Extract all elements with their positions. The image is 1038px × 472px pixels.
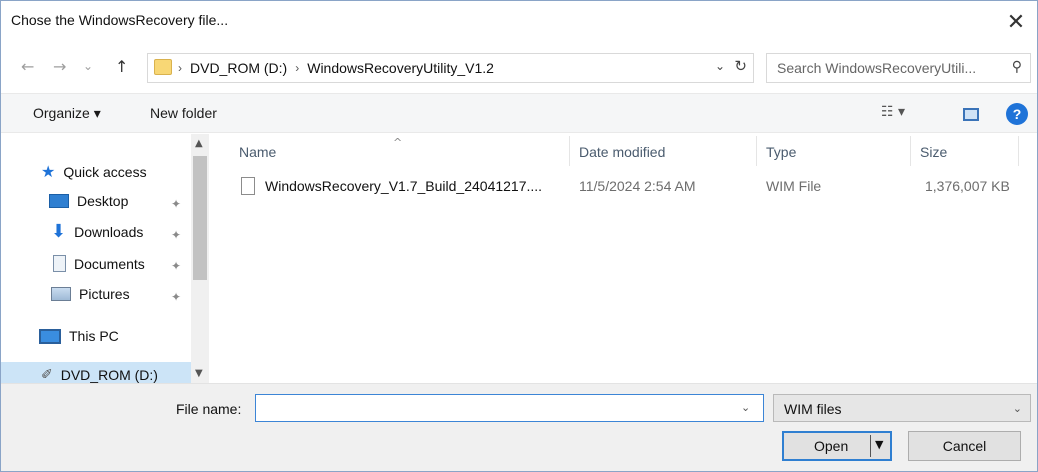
help-icon[interactable]: ?: [1006, 103, 1028, 125]
sidebar-item-documents[interactable]: Documents: [53, 255, 145, 272]
download-icon: ⬇: [51, 221, 67, 242]
dialog-title: Chose the WindowsRecovery file...: [11, 12, 229, 28]
column-header-type[interactable]: Type: [766, 144, 796, 160]
address-row: ← → ⌄ ↑ › DVD_ROM (D:) › WindowsRecovery…: [1, 49, 1037, 87]
title-bar: Chose the WindowsRecovery file... ✕: [1, 1, 1037, 43]
sidebar-item-downloads[interactable]: ⬇ Downloads: [51, 221, 144, 242]
pin-icon[interactable]: ✦: [171, 197, 181, 211]
folder-icon: [154, 59, 172, 75]
column-divider[interactable]: [569, 136, 570, 166]
file-name-cell: WindowsRecovery_V1.7_Build_24041217....: [265, 178, 543, 194]
sort-ascending-icon: ^: [393, 136, 403, 149]
view-options-icon[interactable]: ☷ ▾: [881, 104, 905, 120]
pin-icon[interactable]: ✦: [171, 259, 181, 273]
chevron-right-icon: ›: [178, 61, 182, 75]
sidebar-item-this-pc[interactable]: This PC: [39, 328, 119, 344]
file-list: ^ Name Date modified Type Size WindowsRe…: [213, 134, 1037, 383]
column-header-date-modified[interactable]: Date modified: [579, 144, 665, 160]
file-type-value: WIM files: [784, 401, 842, 417]
file-name-field[interactable]: [255, 394, 764, 422]
sidebar-item-label: This PC: [69, 328, 119, 344]
table-row[interactable]: WindowsRecovery_V1.7_Build_24041217.... …: [237, 174, 1027, 200]
file-open-dialog: Chose the WindowsRecovery file... ✕ ← → …: [0, 0, 1038, 472]
type-cell: WIM File: [766, 178, 822, 194]
sidebar-item-label: Documents: [74, 255, 145, 272]
sidebar-item-quick-access[interactable]: ★ Quick access: [41, 162, 147, 181]
desktop-icon: [49, 194, 69, 208]
sidebar-item-label: Quick access: [63, 164, 147, 180]
pin-icon[interactable]: ✦: [171, 290, 181, 304]
chevron-down-icon: ⌄: [1012, 402, 1022, 415]
chevron-down-icon[interactable]: ▼: [875, 438, 883, 451]
column-header-name[interactable]: Name: [239, 144, 276, 160]
refresh-icon[interactable]: ↻: [734, 57, 747, 75]
date-modified-cell: 11/5/2024 2:54 AM: [579, 178, 696, 194]
pictures-icon: [51, 287, 71, 301]
breadcrumb-item-drive[interactable]: DVD_ROM (D:): [190, 60, 287, 76]
up-icon[interactable]: ↑: [115, 57, 128, 76]
file-type-select[interactable]: WIM files ⌄: [773, 394, 1031, 422]
preview-pane-icon[interactable]: [963, 108, 979, 121]
sidebar-item-label: Pictures: [79, 286, 130, 302]
search-input[interactable]: Search WindowsRecoveryUtili...: [777, 60, 976, 76]
sidebar-item-desktop[interactable]: Desktop: [49, 193, 128, 209]
drive-icon: ✐: [41, 367, 53, 383]
back-icon[interactable]: ←: [21, 57, 34, 76]
pin-icon[interactable]: ✦: [171, 228, 181, 242]
column-divider[interactable]: [756, 136, 757, 166]
dialog-footer: File name: ⌄ WIM files ⌄ Open ▼ Cancel: [1, 383, 1037, 471]
file-name-label: File name:: [176, 401, 242, 417]
new-folder-button[interactable]: New folder: [150, 105, 217, 121]
chevron-down-icon[interactable]: ⌄: [715, 59, 725, 73]
navigation-scrollbar[interactable]: ▲ ▼: [191, 134, 209, 383]
size-cell: 1,376,007 KB: [925, 178, 1010, 194]
column-header-size[interactable]: Size: [920, 144, 947, 160]
column-divider[interactable]: [1018, 136, 1019, 166]
open-button-label: Open: [814, 438, 849, 454]
organize-button[interactable]: Organize ▾: [33, 105, 101, 122]
sidebar-item-dvd-rom[interactable]: ✐ DVD_ROM (D:): [41, 367, 158, 383]
forward-icon[interactable]: →: [53, 57, 66, 76]
sidebar-item-label: Desktop: [77, 193, 129, 209]
sidebar-item-label: DVD_ROM (D:): [60, 367, 158, 383]
computer-icon: [39, 328, 61, 344]
sidebar-item-label: Downloads: [74, 224, 144, 240]
navigation-pane: ★ Quick access Desktop ✦ ⬇ Downloads ✦ D…: [1, 134, 213, 383]
breadcrumb: › DVD_ROM (D:) › WindowsRecoveryUtility_…: [178, 60, 494, 76]
address-bar[interactable]: › DVD_ROM (D:) › WindowsRecoveryUtility_…: [147, 53, 754, 83]
scroll-down-icon[interactable]: ▼: [195, 368, 203, 379]
document-icon: [53, 255, 66, 272]
search-icon[interactable]: ⚲: [1012, 59, 1022, 75]
chevron-down-icon[interactable]: ⌄: [741, 401, 750, 414]
sidebar-item-pictures[interactable]: Pictures: [51, 286, 130, 302]
close-button[interactable]: ✕: [999, 5, 1033, 39]
file-icon: [241, 177, 255, 195]
scrollbar-thumb[interactable]: [193, 156, 207, 280]
search-box[interactable]: Search WindowsRecoveryUtili... ⚲: [766, 53, 1031, 83]
split-divider: [870, 435, 871, 457]
recent-locations-icon[interactable]: ⌄: [83, 59, 93, 73]
chevron-right-icon: ›: [295, 61, 300, 75]
cancel-button[interactable]: Cancel: [908, 431, 1021, 461]
command-toolbar: Organize ▾ New folder ☷ ▾ ?: [1, 93, 1037, 133]
open-button[interactable]: Open ▼: [782, 431, 892, 461]
close-icon: ✕: [1006, 9, 1026, 35]
scroll-up-icon[interactable]: ▲: [195, 138, 203, 149]
column-divider[interactable]: [910, 136, 911, 166]
breadcrumb-item-folder[interactable]: WindowsRecoveryUtility_V1.2: [307, 60, 494, 76]
star-icon: ★: [41, 162, 56, 181]
